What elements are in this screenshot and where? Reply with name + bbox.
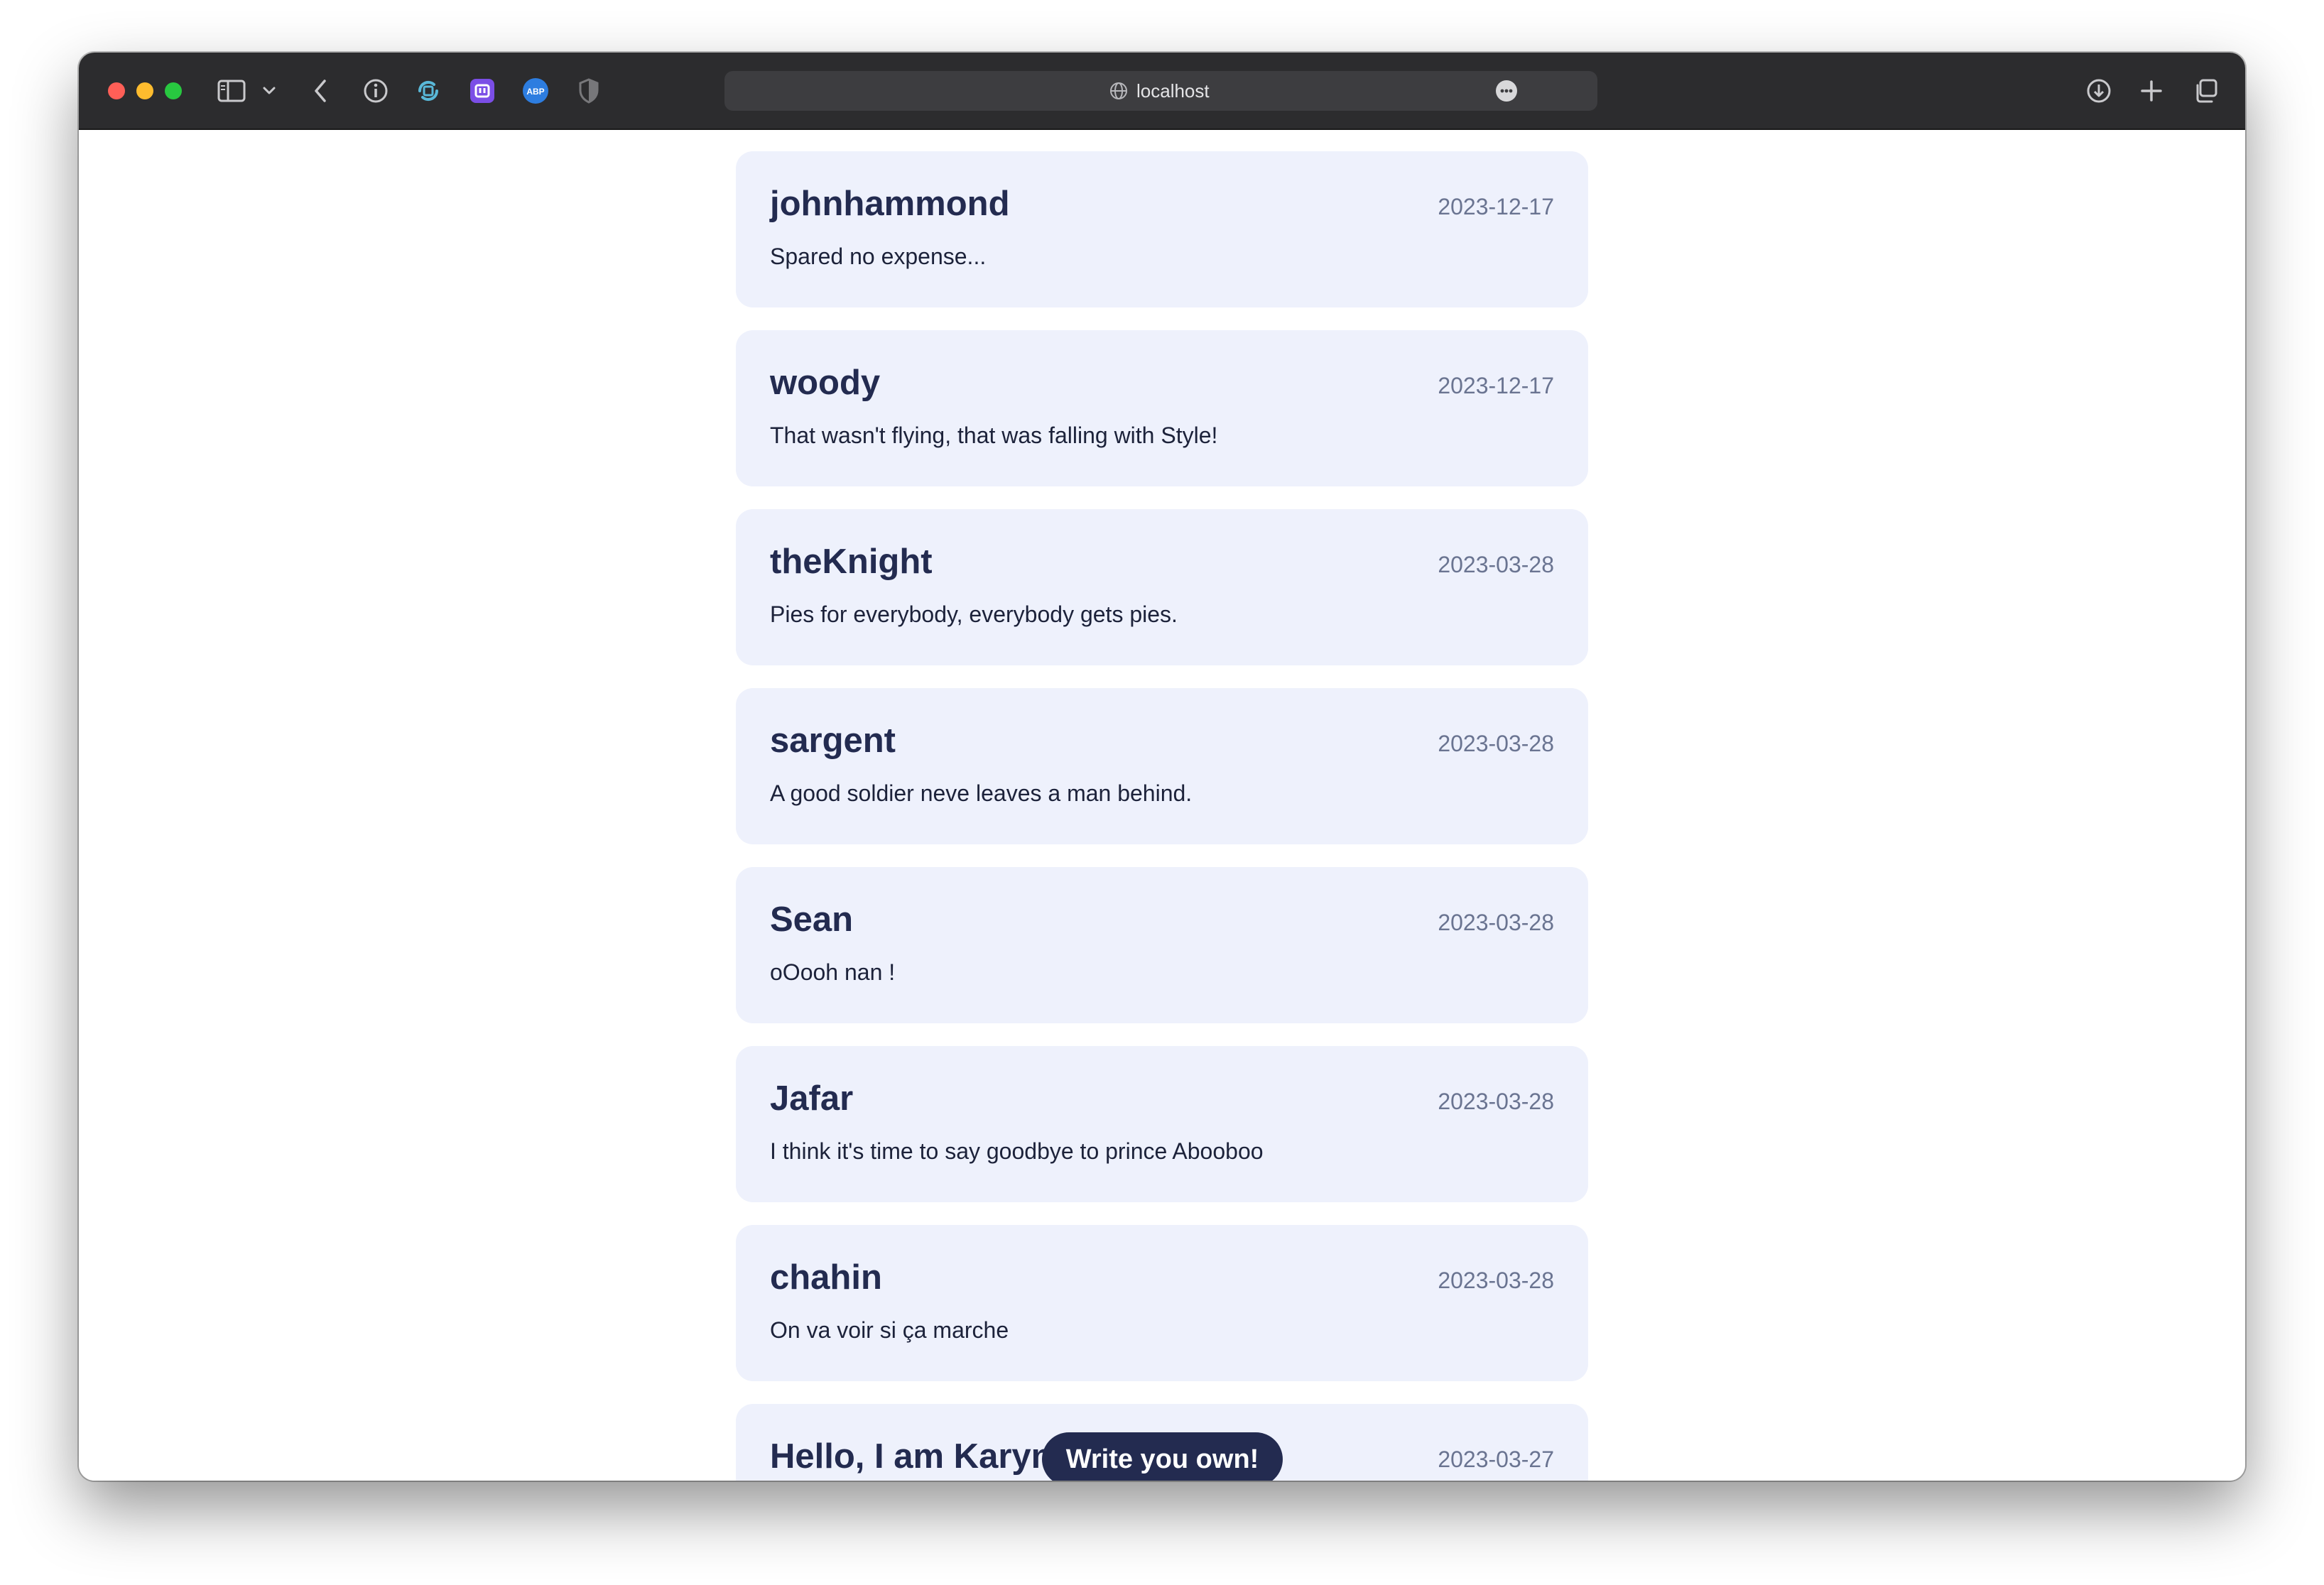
new-tab-icon xyxy=(2141,80,2162,102)
globe-icon xyxy=(1110,82,1127,99)
minimize-window-button[interactable] xyxy=(136,82,153,99)
downloads-button[interactable] xyxy=(2083,72,2114,109)
post-message: A good soldier neve leaves a man behind. xyxy=(770,780,1193,806)
close-window-button[interactable] xyxy=(108,82,125,99)
adblock-button[interactable]: ABP xyxy=(520,72,551,109)
extension-sync-button[interactable] xyxy=(413,72,444,109)
back-button[interactable] xyxy=(306,72,335,109)
download-icon xyxy=(2087,79,2111,103)
post-username: woody xyxy=(770,364,881,402)
post-card: chahin 2023-03-28 On va voir si ça march… xyxy=(736,1225,1588,1381)
post-message: Spared no expense... xyxy=(770,244,987,269)
post-date: 2023-03-28 xyxy=(1438,731,1554,756)
post-card: Sean 2023-03-28 oOooh nan ! xyxy=(736,867,1588,1023)
post-message: I think it's time to say goodbye to prin… xyxy=(770,1138,1264,1164)
post-message: On va voir si ça marche xyxy=(770,1317,1009,1343)
post-username: sargent xyxy=(770,721,896,760)
post-date: 2023-03-28 xyxy=(1438,552,1554,577)
post-message: oOooh nan ! xyxy=(770,959,896,985)
post-username: Sean xyxy=(770,900,854,939)
extension-purple-button[interactable] xyxy=(467,72,498,109)
post-username: johnhammond xyxy=(770,185,1010,223)
extension-purple-icon xyxy=(470,79,494,103)
post-date: 2023-03-28 xyxy=(1438,1089,1554,1114)
post-date: 2023-03-28 xyxy=(1438,910,1554,935)
post-card: johnhammond 2023-12-17 Spared no expense… xyxy=(736,151,1588,307)
post-date: 2023-03-27 xyxy=(1438,1447,1554,1472)
tab-overview-button[interactable] xyxy=(2190,72,2221,109)
post-date: 2023-12-17 xyxy=(1438,373,1554,398)
address-text: localhost xyxy=(1136,80,1210,102)
post-message: Pies for everybody, everybody gets pies. xyxy=(770,601,1178,627)
new-tab-button[interactable] xyxy=(2136,72,2167,109)
svg-text:ABP: ABP xyxy=(526,87,544,97)
post-card: Jafar 2023-03-28 I think it's time to sa… xyxy=(736,1046,1588,1202)
post-card: sargent 2023-03-28 A good soldier neve l… xyxy=(736,688,1588,844)
sidebar-toggle-button[interactable] xyxy=(216,72,247,109)
sidebar-icon xyxy=(217,80,246,102)
privacy-shield-icon xyxy=(579,78,599,104)
post-username: Jafar xyxy=(770,1079,854,1118)
info-icon xyxy=(364,79,388,103)
post-message: That wasn't flying, that was falling wit… xyxy=(770,423,1218,448)
post-card: woody 2023-12-17 That wasn't flying, tha… xyxy=(736,330,1588,486)
browser-window: ABP localhost johnhammond 2023-12-17 Spa… xyxy=(79,53,2245,1481)
more-icon[interactable] xyxy=(1496,80,1517,102)
post-date: 2023-12-17 xyxy=(1438,194,1554,219)
post-username: theKnight xyxy=(770,543,933,581)
post-username: chahin xyxy=(770,1258,882,1297)
post-date: 2023-03-28 xyxy=(1438,1268,1554,1293)
extension-sync-icon xyxy=(418,80,439,102)
adblock-icon: ABP xyxy=(523,78,548,104)
privacy-button[interactable] xyxy=(573,72,604,109)
page-content: johnhammond 2023-12-17 Spared no expense… xyxy=(79,130,2245,1481)
browser-toolbar: ABP localhost xyxy=(79,53,2245,130)
tab-overview-icon xyxy=(2196,79,2217,103)
sidebar-menu-button[interactable] xyxy=(259,72,279,109)
write-your-own-button[interactable]: Write you own! xyxy=(1042,1432,1283,1481)
post-card: theKnight 2023-03-28 Pies for everybody,… xyxy=(736,509,1588,665)
screenshot-stage: ABP localhost johnhammond 2023-12-17 Spa… xyxy=(0,0,2324,1585)
zoom-window-button[interactable] xyxy=(165,82,182,99)
address-bar[interactable]: localhost xyxy=(724,71,1597,111)
back-icon xyxy=(315,80,326,102)
page-info-button[interactable] xyxy=(360,72,391,109)
chevron-down-icon xyxy=(263,87,276,94)
